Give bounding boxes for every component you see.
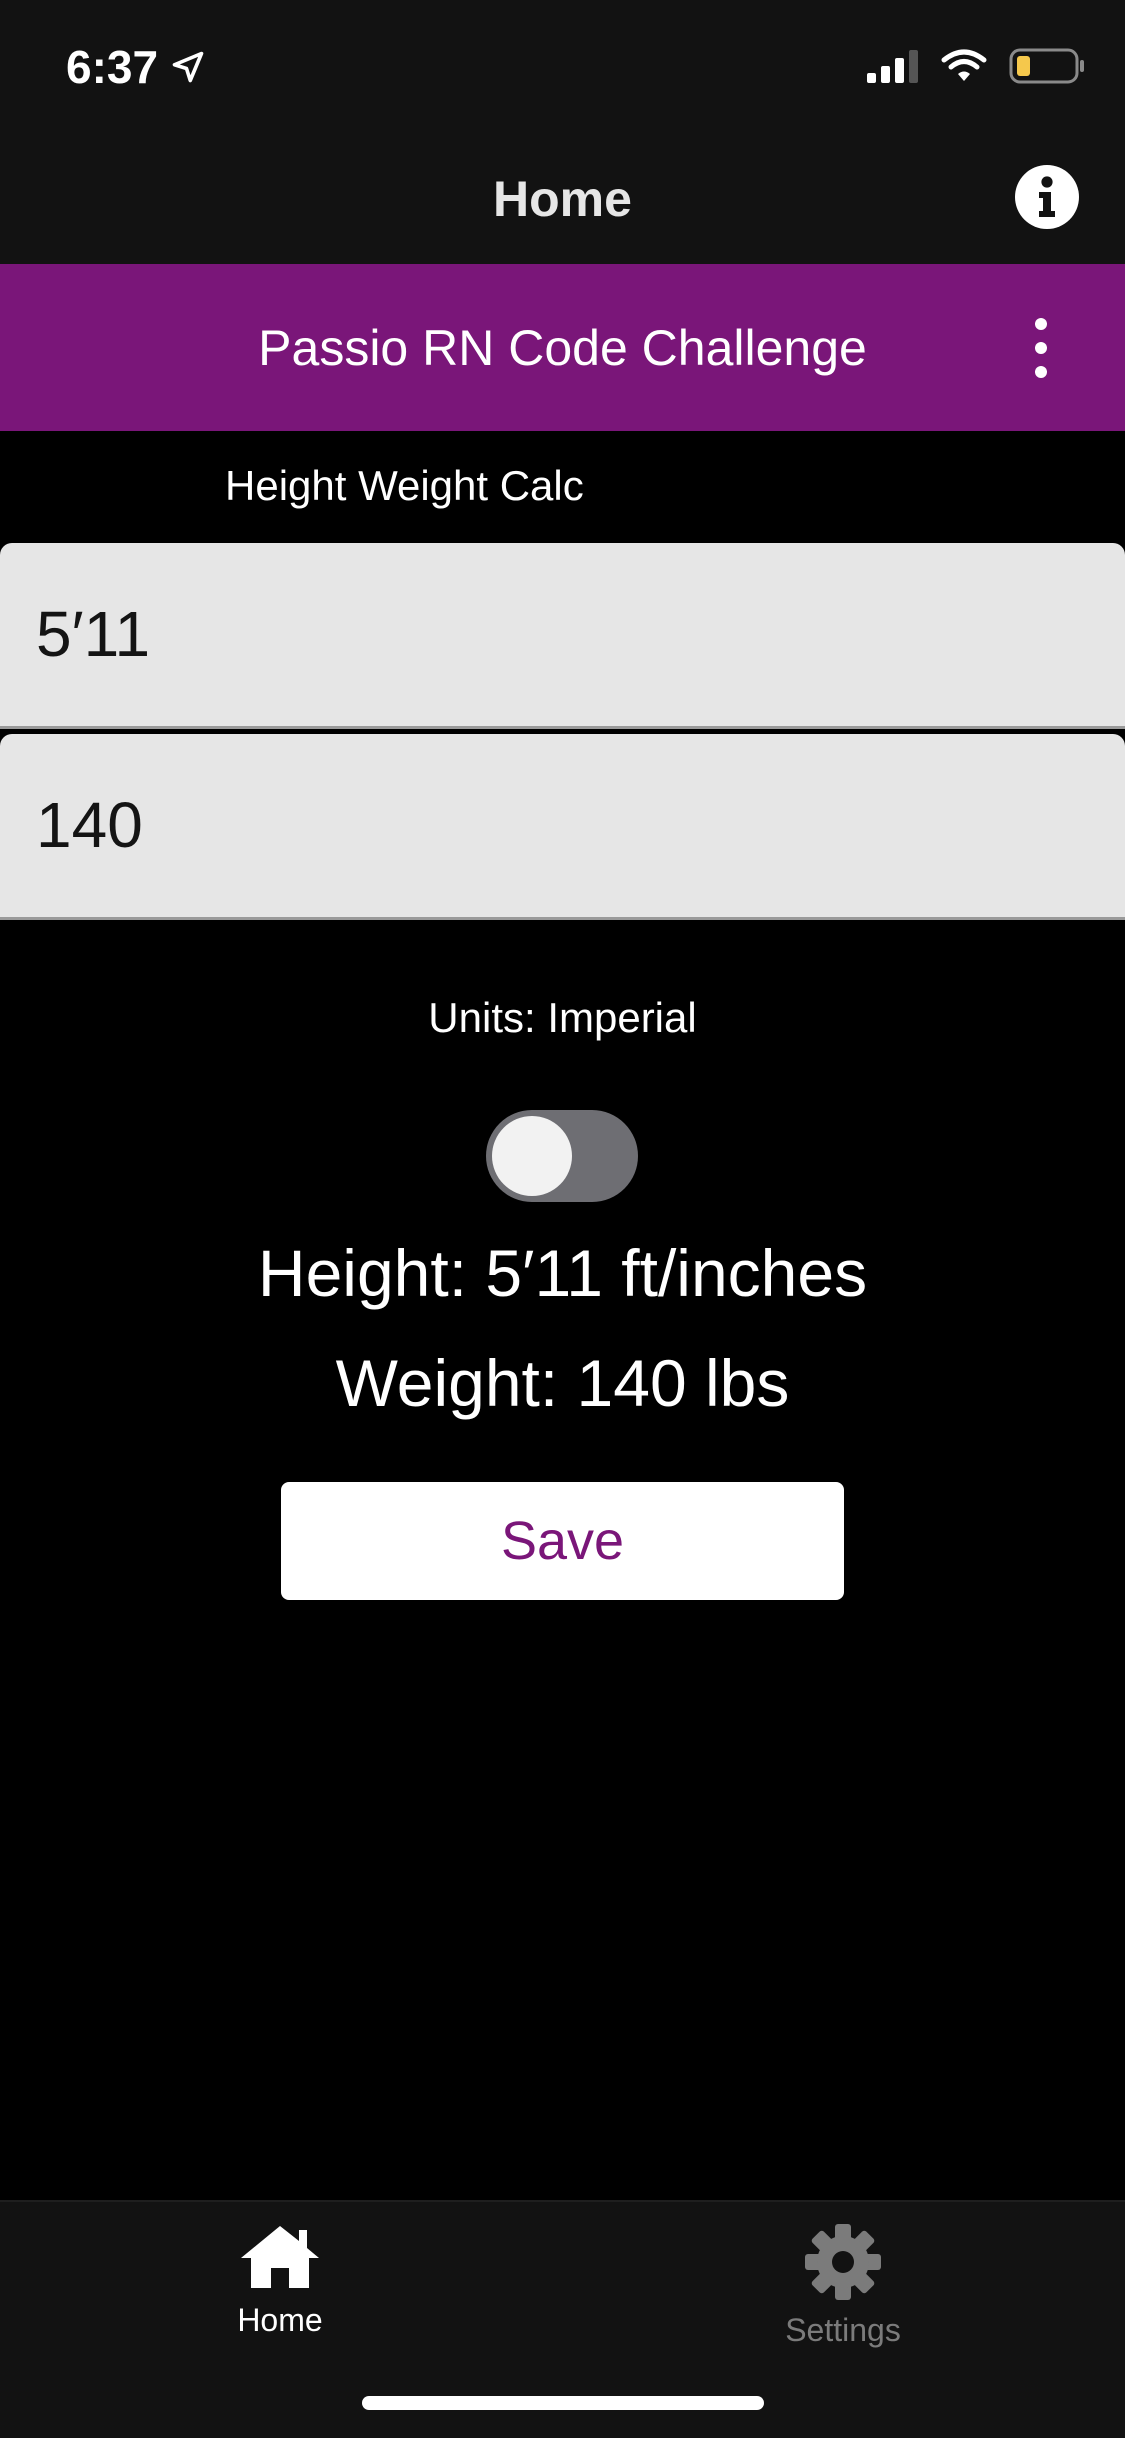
page-title: Home (493, 171, 632, 227)
app-bar-title: Passio RN Code Challenge (258, 320, 867, 376)
units-toggle[interactable] (486, 1110, 638, 1202)
section-label: Height Weight Calc (225, 462, 584, 509)
weight-result: Weight: 140 lbs (335, 1346, 790, 1420)
info-button[interactable] (1015, 165, 1079, 229)
cellular-signal-icon (867, 50, 918, 83)
tab-home-label: Home (237, 2302, 323, 2338)
wifi-icon (941, 49, 987, 81)
battery-icon (1009, 48, 1084, 84)
height-result: Height: 5′11 ft/inches (257, 1236, 868, 1310)
home-icon (241, 2226, 319, 2288)
weight-input[interactable]: 140 (0, 734, 1125, 920)
more-vertical-icon (1035, 318, 1047, 330)
height-input-value: 5′11 (36, 598, 151, 670)
tab-settings[interactable]: Settings (713, 2222, 973, 2362)
status-time: 6:37 (66, 40, 206, 94)
units-label: Units: Imperial (428, 994, 697, 1041)
height-input[interactable]: 5′11 (0, 543, 1125, 729)
info-icon (1039, 176, 1055, 217)
tab-home[interactable]: Home (150, 2222, 410, 2362)
status-bar: 6:37 (0, 0, 1125, 132)
location-arrow-icon (172, 51, 204, 83)
more-options-button[interactable] (1016, 318, 1066, 378)
gear-icon (805, 2224, 881, 2300)
status-time-text: 6:37 (66, 41, 159, 93)
save-button[interactable]: Save (281, 1482, 844, 1600)
weight-input-value: 140 (36, 789, 143, 861)
app-bar: Passio RN Code Challenge (0, 264, 1125, 431)
home-indicator[interactable] (362, 2396, 764, 2410)
navigation-header: Home (0, 132, 1125, 264)
toggle-knob (492, 1116, 572, 1196)
status-indicators (867, 48, 1085, 84)
tab-settings-label: Settings (785, 2312, 901, 2348)
